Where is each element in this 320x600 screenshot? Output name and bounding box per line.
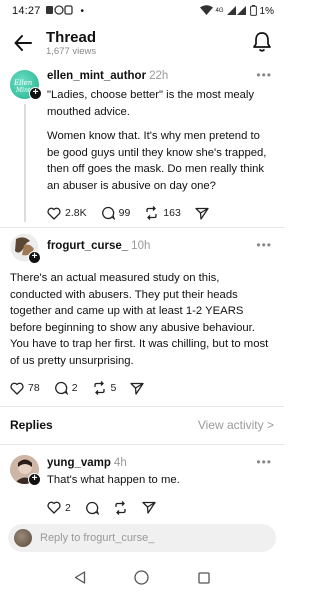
- system-nav-bar: [0, 566, 284, 594]
- reply-actions: 2: [47, 500, 272, 515]
- like-count: 78: [28, 382, 40, 394]
- battery-icon: [249, 4, 257, 18]
- status-time: 14:27: [12, 5, 41, 17]
- more-options-icon[interactable]: •••: [256, 238, 272, 252]
- reply-input-placeholder[interactable]: Reply to frogurt_curse_: [40, 532, 154, 544]
- composer-avatar: [14, 529, 32, 547]
- repost-button[interactable]: 5: [92, 381, 117, 395]
- nav-recents-icon[interactable]: [198, 571, 210, 589]
- bell-icon[interactable]: [252, 31, 272, 58]
- post-reply-main: frogurt_curse_ 10h ••• There's an actual…: [0, 238, 284, 395]
- reply-item: yung_vamp 4h ••• That's what happen to m…: [0, 455, 284, 515]
- status-bar: 14:27 • 4G 1%: [0, 0, 284, 22]
- divider: [0, 406, 284, 407]
- app-bar: Thread 1,677 views: [0, 22, 284, 64]
- comment-button[interactable]: 99: [101, 206, 131, 220]
- wifi-icon: [199, 5, 213, 17]
- divider: [0, 227, 284, 228]
- reply-timestamp: 4h: [113, 457, 127, 469]
- share-button[interactable]: [130, 382, 145, 395]
- reply-username[interactable]: yung_vamp: [47, 457, 111, 469]
- back-arrow-icon[interactable]: [10, 30, 36, 56]
- comment-button[interactable]: 2: [54, 381, 78, 395]
- like-count: 2.8K: [65, 207, 87, 219]
- share-button[interactable]: [142, 501, 156, 514]
- post-text: There's an actual measured study on this…: [10, 272, 269, 367]
- comment-count: 99: [118, 207, 131, 219]
- signal-icon: [226, 5, 247, 17]
- view-count: 1,677 views: [46, 45, 97, 57]
- like-button[interactable]: 2.8K: [47, 207, 87, 220]
- page-title: Thread: [46, 28, 97, 46]
- nav-back-icon[interactable]: [74, 571, 86, 589]
- like-button[interactable]: 78: [10, 382, 40, 395]
- reply-composer[interactable]: Reply to frogurt_curse_: [8, 524, 276, 552]
- repost-button[interactable]: [113, 500, 128, 515]
- battery-percent: 1%: [259, 5, 274, 17]
- more-options-icon[interactable]: •••: [256, 455, 272, 469]
- repost-count: 163: [163, 207, 181, 219]
- post-username[interactable]: frogurt_curse_: [47, 240, 128, 252]
- repost-count: 5: [110, 382, 117, 394]
- like-button[interactable]: 2: [47, 501, 71, 514]
- post-username[interactable]: ellen_mint_author: [47, 70, 146, 82]
- comment-button[interactable]: [85, 501, 99, 515]
- network-label: 4G: [215, 8, 224, 14]
- replies-header: Replies View activity >: [0, 418, 284, 432]
- post-text: Women know that. It's why men pretend to…: [47, 130, 267, 192]
- notification-icons: [45, 4, 76, 18]
- reply-text: That's what happen to me.: [47, 474, 180, 486]
- post-timestamp: 10h: [131, 240, 151, 252]
- divider: [0, 444, 284, 445]
- nav-home-icon[interactable]: [134, 570, 150, 590]
- dot-icon: •: [80, 5, 85, 17]
- post-timestamp: 22h: [149, 70, 169, 82]
- repost-button[interactable]: 163: [144, 206, 181, 220]
- view-activity-link[interactable]: View activity >: [198, 418, 274, 432]
- post-original: ellen_mint_author 22h ••• "Ladies, choos…: [0, 68, 284, 220]
- more-options-icon[interactable]: •••: [256, 68, 272, 82]
- comment-count: 2: [71, 382, 78, 394]
- post-actions: 2.8K 99 163: [47, 206, 272, 220]
- post-text: "Ladies, choose better" is the most meal…: [47, 89, 255, 118]
- share-button[interactable]: [195, 207, 209, 220]
- replies-label: Replies: [10, 418, 53, 432]
- like-count: 2: [65, 501, 71, 514]
- post-actions: 78 2 5: [0, 381, 284, 395]
